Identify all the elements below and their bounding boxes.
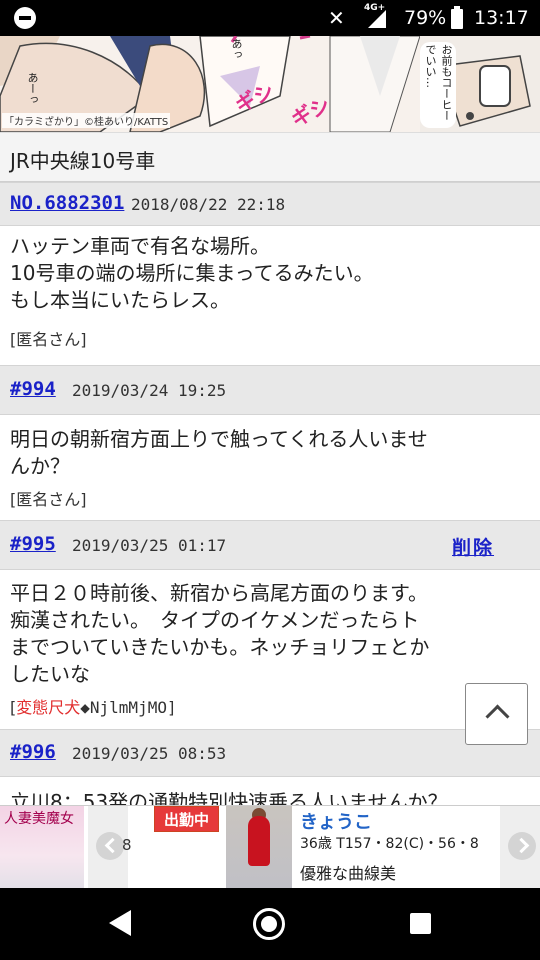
post-header: NO.6882301 2018/08/22 22:18	[0, 182, 540, 226]
data-saver-icon	[14, 7, 36, 29]
clock: 13:17	[474, 7, 529, 29]
mute-icon: ✕	[328, 6, 345, 30]
home-icon[interactable]	[253, 908, 285, 940]
post-date: 2019/03/25 01:17	[72, 536, 227, 555]
author-name: 変態尺犬	[16, 698, 81, 717]
post-author: [匿名さん]	[10, 490, 87, 509]
delete-link[interactable]: 削除	[452, 533, 494, 560]
navigation-bar	[0, 888, 540, 960]
post-body: ハッテン車両で有名な場所。 10号車の端の場所に集まってるみたい。 もし本当にい…	[10, 233, 530, 314]
post-author: [匿名さん]	[10, 330, 87, 349]
manga-banner[interactable]: あーっ あっ お前もコーヒーでいい… ギシ ギシ 「カラミざかり」©桂あいり/K…	[0, 36, 540, 132]
speech-balloon: あっ	[230, 38, 243, 60]
signal-icon	[368, 10, 386, 28]
post-line: んか？	[10, 454, 70, 478]
post-line: 立川8：53発の通勤特別快速乗る人いませんか？	[10, 790, 448, 805]
post-line: もし本当にいたらレス。	[10, 288, 230, 312]
post-date: 2018/08/22 22:18	[131, 195, 286, 214]
ad-photo-dress	[248, 816, 270, 866]
ad-photo[interactable]	[226, 806, 292, 888]
author-trip: ◆NjlmMjMO]	[80, 698, 177, 717]
post-line: 痴漢されたい。 タイプのイケメンだったらト	[10, 608, 420, 632]
ad-prev-fragment: 8	[122, 836, 132, 854]
post-author: [変態尺犬◆NjlmMjMO]	[10, 694, 177, 718]
post-line: したいな	[10, 662, 90, 686]
post-line: 10号車の端の場所に集まってるみたい。	[10, 261, 374, 285]
ad-name[interactable]: きょうこ	[300, 808, 372, 834]
post-number-link[interactable]: NO.6882301	[10, 192, 124, 214]
recent-apps-icon[interactable]	[410, 913, 431, 934]
post-header: #996 2019/03/25 08:53	[0, 729, 540, 777]
post-header: #994 2019/03/24 19:25	[0, 365, 540, 415]
back-icon[interactable]	[109, 910, 131, 936]
thread-title: JR中央線10号車	[0, 132, 540, 182]
chevron-right-icon	[508, 832, 536, 860]
speech-balloon: お前もコーヒーでいい…	[420, 42, 456, 128]
ad-logo-text: 人妻美魔女	[4, 811, 74, 827]
post-line: までついていきたいかも。ネッチョリフェとか	[10, 635, 430, 659]
status-bar: ✕ 4G+ 79% 13:17	[0, 0, 540, 36]
battery-icon	[451, 6, 463, 29]
post-number-link[interactable]: #994	[10, 378, 56, 400]
post-number-link[interactable]: #996	[10, 741, 56, 763]
battery-percent: 79%	[404, 7, 447, 29]
post-date: 2019/03/25 08:53	[72, 744, 227, 763]
ad-logo[interactable]: 人妻美魔女	[0, 806, 84, 888]
ad-stats: 36歳 T157・82(C)・56・8	[300, 836, 479, 852]
banner-credit: 「カラミざかり」©桂あいり/KATTS	[2, 113, 171, 128]
scroll-top-button[interactable]	[465, 683, 528, 745]
post-number-link[interactable]: #995	[10, 533, 56, 555]
post-header: #995 2019/03/25 01:17 削除	[0, 520, 540, 570]
post-body: 平日２０時前後、新宿から高尾方面のります。 痴漢されたい。 タイプのイケメンだっ…	[10, 580, 460, 688]
ad-banner[interactable]: 人妻美魔女 8 きょうこ 36歳 T157・82(C)・56・8 優雅な曲線美	[0, 805, 540, 888]
speech-balloon: あーっ	[26, 72, 39, 105]
ad-desc: 優雅な曲線美	[300, 864, 397, 883]
post-line: ハッテン車両で有名な場所。	[10, 234, 270, 258]
post-body: 立川8：53発の通勤特別快速乗る人いませんか？	[10, 788, 530, 805]
ad-status-badge: 出勤中	[154, 806, 219, 832]
post-date: 2019/03/24 19:25	[72, 381, 227, 400]
post-line: 明日の朝新宿方面上りで触ってくれる人いませ	[10, 427, 428, 451]
ad-next-button[interactable]	[500, 806, 540, 888]
chevron-left-icon	[96, 832, 124, 860]
post-line: 平日２０時前後、新宿から高尾方面のります。	[10, 581, 428, 605]
post-body: 明日の朝新宿方面上りで触ってくれる人いませ んか？	[10, 426, 530, 480]
